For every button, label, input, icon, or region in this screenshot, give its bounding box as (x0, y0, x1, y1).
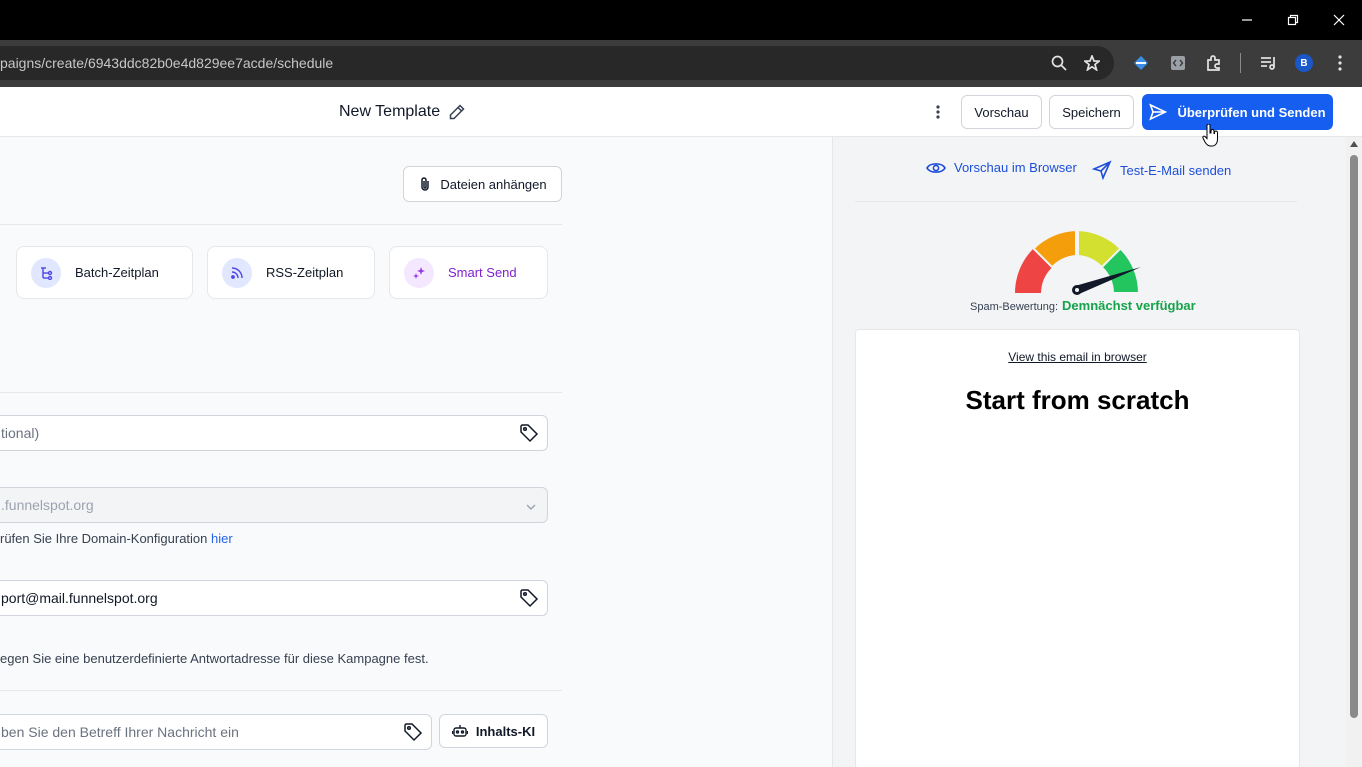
section-divider (0, 392, 562, 393)
spam-score-row: Spam-Bewertung: Demnächst verfügbar (970, 298, 1196, 313)
preview-button[interactable]: Vorschau (961, 95, 1042, 129)
send-test-email-button[interactable]: Test-E-Mail senden (1092, 160, 1231, 180)
tag-icon[interactable] (519, 423, 539, 446)
review-and-send-label: Überprüfen und Senden (1177, 104, 1326, 120)
extension-diamond-icon[interactable] (1127, 49, 1155, 77)
spam-score-value: Demnächst verfügbar (1062, 298, 1196, 313)
batch-schedule-label: Batch-Zeitplan (75, 265, 159, 280)
save-button[interactable]: Speichern (1049, 95, 1134, 129)
tags-input-placeholder: tional) (1, 425, 40, 441)
smart-send-label: Smart Send (448, 265, 517, 280)
section-divider (0, 224, 562, 225)
sparkle-icon (404, 257, 434, 288)
section-divider (0, 690, 562, 691)
review-and-send-button[interactable]: Überprüfen und Senden (1142, 94, 1333, 130)
subject-input[interactable]: ben Sie den Betreff Ihrer Nachricht ein (0, 714, 432, 750)
eye-icon (926, 162, 946, 173)
rss-icon (222, 257, 252, 288)
robot-icon (451, 725, 468, 737)
send-icon (1149, 103, 1168, 121)
spam-score-label: Spam-Bewertung: (970, 301, 1059, 313)
address-bar[interactable]: paigns/create/6943ddc82b0e4d829ee7acde/s… (0, 46, 1114, 80)
app-header: New Template Vorschau Speichern Überprüf… (0, 87, 1362, 137)
browser-preview-button[interactable]: Vorschau im Browser (926, 160, 1077, 175)
more-options-icon[interactable] (926, 99, 950, 125)
schedule-option-rss[interactable]: RSS-Zeitplan (207, 246, 375, 299)
tag-icon[interactable] (403, 722, 423, 745)
content-ai-button[interactable]: Inhalts-KI (439, 714, 548, 748)
campaign-settings-panel: Dateien anhängen Batch-Zeitplan RSS-Zeit… (0, 137, 832, 767)
domain-helper-text: rüfen Sie Ihre Domain-Konfiguration hier (0, 531, 233, 546)
hand-cursor-icon (1202, 124, 1218, 147)
test-email-label: Test-E-Mail senden (1120, 162, 1232, 178)
rss-schedule-label: RSS-Zeitplan (266, 265, 344, 280)
attach-files-label: Dateien anhängen (440, 176, 547, 192)
browser-menu-icon[interactable] (1326, 49, 1354, 77)
scroll-up-arrow-icon[interactable] (1350, 141, 1358, 147)
reply-to-input[interactable]: port@mail.funnelspot.org (0, 580, 548, 616)
minimize-icon[interactable] (1224, 0, 1270, 40)
sender-domain-select[interactable]: .funnelspot.org (0, 487, 548, 523)
reply-to-helper-text: egen Sie eine benutzerdefinierte Antwort… (0, 651, 429, 666)
email-preview: View this email in browser Start from sc… (855, 329, 1300, 767)
sender-domain-value: .funnelspot.org (1, 497, 94, 513)
browser-preview-label: Vorschau im Browser (954, 160, 1077, 175)
media-queue-icon[interactable] (1254, 49, 1282, 77)
page-scrollbar[interactable] (1346, 137, 1362, 767)
template-title[interactable]: New Template (339, 103, 440, 121)
close-icon[interactable] (1316, 0, 1362, 40)
reply-to-value: port@mail.funnelspot.org (1, 590, 158, 606)
schedule-option-smart-send[interactable]: Smart Send (389, 246, 548, 299)
extensions-puzzle-icon[interactable] (1200, 49, 1228, 77)
content-ai-label: Inhalts-KI (475, 723, 536, 739)
paperclip-icon (421, 177, 430, 191)
spam-score-gauge (1015, 228, 1141, 295)
scrollbar-thumb[interactable] (1350, 155, 1358, 718)
window-titlebar (0, 0, 1362, 40)
extension-code-icon[interactable] (1164, 49, 1192, 77)
attach-files-button[interactable]: Dateien anhängen (403, 166, 562, 202)
restore-icon[interactable] (1270, 0, 1316, 40)
domain-helper-label: rüfen Sie Ihre Domain-Konfiguration (0, 531, 212, 546)
paper-plane-icon (1092, 160, 1112, 180)
profile-avatar[interactable]: B (1295, 54, 1313, 72)
view-in-browser-link[interactable]: View this email in browser (856, 350, 1299, 364)
email-heading: Start from scratch (965, 385, 1190, 415)
toolbar-separator (1240, 53, 1241, 73)
url-text[interactable]: paigns/create/6943ddc82b0e4d829ee7acde/s… (0, 55, 333, 71)
subject-placeholder: ben Sie den Betreff Ihrer Nachricht ein (1, 724, 239, 740)
pencil-edit-icon[interactable] (448, 103, 466, 126)
domain-config-link[interactable]: hier (211, 531, 233, 546)
preview-panel: Vorschau im Browser Test-E-Mail senden S… (832, 137, 1346, 767)
browser-toolbar: paigns/create/6943ddc82b0e4d829ee7acde/s… (0, 40, 1362, 87)
batch-schedule-icon (31, 257, 61, 288)
panel-divider (855, 201, 1297, 202)
tag-icon[interactable] (519, 588, 539, 611)
chevron-down-icon (526, 499, 536, 515)
schedule-option-batch[interactable]: Batch-Zeitplan (16, 246, 193, 299)
bookmark-star-icon[interactable] (1078, 49, 1106, 77)
zoom-icon[interactable] (1045, 49, 1073, 77)
tags-input[interactable]: tional) (0, 415, 548, 451)
